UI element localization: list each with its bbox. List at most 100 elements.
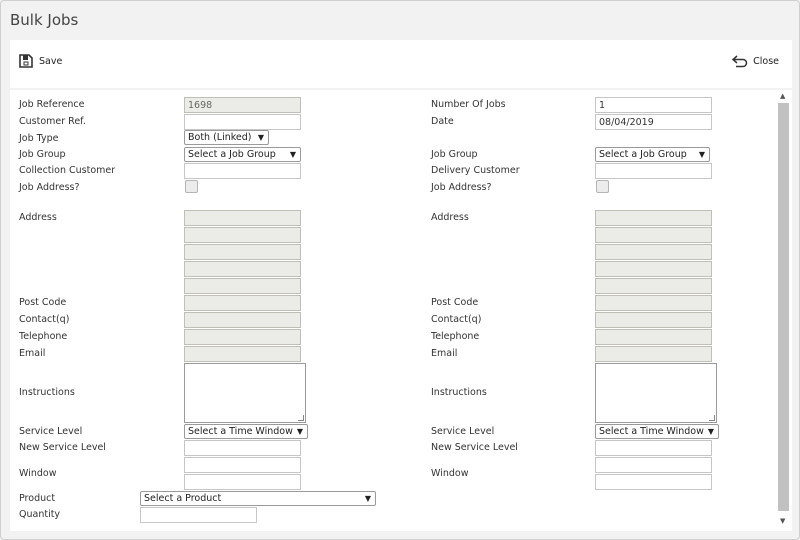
service-level-label-left: Service Level xyxy=(19,426,83,437)
toolbar: Save Close xyxy=(10,40,792,88)
email-label-left: Email xyxy=(19,348,46,359)
telephone-label-right: Telephone xyxy=(431,331,480,342)
window-label-left: Window xyxy=(19,468,57,479)
window-end-field-right[interactable] xyxy=(595,474,712,490)
address-line-4-left[interactable] xyxy=(184,261,301,277)
collection-customer-field[interactable] xyxy=(184,163,301,179)
job-address-label-left: Job Address? xyxy=(19,182,80,193)
window-end-field-left[interactable] xyxy=(184,474,301,490)
job-group-value-left: Select a Job Group xyxy=(188,149,276,160)
bulk-jobs-dialog: Bulk Jobs Save Close Job Reference 1698 … xyxy=(0,0,800,540)
address-line-2-left[interactable] xyxy=(184,227,301,243)
service-level-select-left[interactable]: Select a Time Window ▼ xyxy=(184,424,308,439)
triangle-down-icon: ▼ xyxy=(364,494,371,503)
delivery-customer-label: Delivery Customer xyxy=(431,165,520,176)
service-level-select-right[interactable]: Select a Time Window ▼ xyxy=(595,424,719,439)
post-code-field-left[interactable] xyxy=(184,295,301,311)
save-icon xyxy=(19,54,33,68)
address-label-right: Address xyxy=(431,212,469,223)
number-of-jobs-label: Number Of Jobs xyxy=(431,99,506,110)
job-type-select[interactable]: Both (Linked) ▼ xyxy=(184,130,269,145)
telephone-field-left[interactable] xyxy=(184,329,301,345)
instructions-textarea-left[interactable] xyxy=(184,363,306,423)
job-group-value-right: Select a Job Group xyxy=(599,149,687,160)
window-label-right: Window xyxy=(431,468,469,479)
date-field[interactable]: 08/04/2019 xyxy=(595,114,712,130)
vertical-scrollbar[interactable]: ▲ ▼ xyxy=(776,90,792,531)
job-address-checkbox-left[interactable] xyxy=(185,180,198,193)
contact-field-right[interactable] xyxy=(595,312,712,328)
telephone-field-right[interactable] xyxy=(595,329,712,345)
product-select[interactable]: Select a Product ▼ xyxy=(140,491,376,506)
resize-grip-icon[interactable] xyxy=(709,415,715,421)
return-arrow-icon xyxy=(732,54,748,68)
contact-field-left[interactable] xyxy=(184,312,301,328)
triangle-down-icon: ▼ xyxy=(698,150,705,159)
service-level-value-left: Select a Time Window xyxy=(188,426,293,437)
contact-label-left: Contact(q) xyxy=(19,314,70,325)
job-group-label-right: Job Group xyxy=(431,149,478,160)
job-address-checkbox-right[interactable] xyxy=(596,180,609,193)
address-line-3-right[interactable] xyxy=(595,244,712,260)
instructions-textarea-right[interactable] xyxy=(595,363,717,423)
email-field-left[interactable] xyxy=(184,346,301,362)
job-reference-field[interactable]: 1698 xyxy=(184,97,301,113)
product-label: Product xyxy=(19,493,56,504)
job-address-label-right: Job Address? xyxy=(431,182,492,193)
date-label: Date xyxy=(431,116,454,127)
contact-label-right: Contact(q) xyxy=(431,314,482,325)
email-field-right[interactable] xyxy=(595,346,712,362)
new-service-level-label-left: New Service Level xyxy=(19,442,106,453)
triangle-down-icon: ▼ xyxy=(707,427,714,436)
quantity-label: Quantity xyxy=(19,509,61,520)
customer-ref-label: Customer Ref. xyxy=(19,116,86,127)
address-line-5-right[interactable] xyxy=(595,278,712,294)
post-code-label-right: Post Code xyxy=(431,297,479,308)
delivery-customer-field[interactable] xyxy=(595,163,712,179)
resize-grip-icon[interactable] xyxy=(298,415,304,421)
address-line-4-right[interactable] xyxy=(595,261,712,277)
post-code-label-left: Post Code xyxy=(19,297,67,308)
form-content: Job Reference 1698 Customer Ref. Job Typ… xyxy=(10,90,792,531)
dialog-title: Bulk Jobs xyxy=(10,11,79,29)
product-value: Select a Product xyxy=(144,493,222,504)
new-service-level-field-left[interactable] xyxy=(184,440,301,456)
address-line-3-left[interactable] xyxy=(184,244,301,260)
post-code-field-right[interactable] xyxy=(595,295,712,311)
triangle-down-icon: ▼ xyxy=(289,150,296,159)
customer-ref-field[interactable] xyxy=(184,114,301,130)
address-line-2-right[interactable] xyxy=(595,227,712,243)
address-line-5-left[interactable] xyxy=(184,278,301,294)
new-service-level-label-right: New Service Level xyxy=(431,442,518,453)
close-button[interactable]: Close xyxy=(732,52,779,70)
email-label-right: Email xyxy=(431,348,458,359)
address-label-left: Address xyxy=(19,212,57,223)
instructions-label-left: Instructions xyxy=(19,387,75,398)
job-type-label: Job Type xyxy=(19,133,59,144)
scroll-up-arrow-icon[interactable]: ▲ xyxy=(780,92,785,100)
job-type-value: Both (Linked) xyxy=(188,132,252,143)
job-group-select-left[interactable]: Select a Job Group ▼ xyxy=(184,147,301,162)
quantity-field[interactable] xyxy=(140,507,257,523)
instructions-label-right: Instructions xyxy=(431,387,487,398)
close-label: Close xyxy=(753,55,779,67)
save-label: Save xyxy=(39,55,63,67)
scroll-down-arrow-icon[interactable]: ▼ xyxy=(780,517,785,525)
collection-customer-label: Collection Customer xyxy=(19,165,116,176)
new-service-level-field-right[interactable] xyxy=(595,440,712,456)
service-level-label-right: Service Level xyxy=(431,426,495,437)
window-start-field-right[interactable] xyxy=(595,457,712,473)
job-group-label-left: Job Group xyxy=(19,149,66,160)
job-reference-label: Job Reference xyxy=(19,99,85,110)
triangle-down-icon: ▼ xyxy=(257,133,264,142)
telephone-label-left: Telephone xyxy=(19,331,68,342)
triangle-down-icon: ▼ xyxy=(296,427,303,436)
service-level-value-right: Select a Time Window xyxy=(599,426,704,437)
job-group-select-right[interactable]: Select a Job Group ▼ xyxy=(595,147,710,162)
scrollbar-thumb[interactable] xyxy=(778,103,789,511)
save-button[interactable]: Save xyxy=(19,52,62,70)
window-start-field-left[interactable] xyxy=(184,457,301,473)
number-of-jobs-field[interactable]: 1 xyxy=(595,97,712,113)
address-line-1-left[interactable] xyxy=(184,210,301,226)
address-line-1-right[interactable] xyxy=(595,210,712,226)
